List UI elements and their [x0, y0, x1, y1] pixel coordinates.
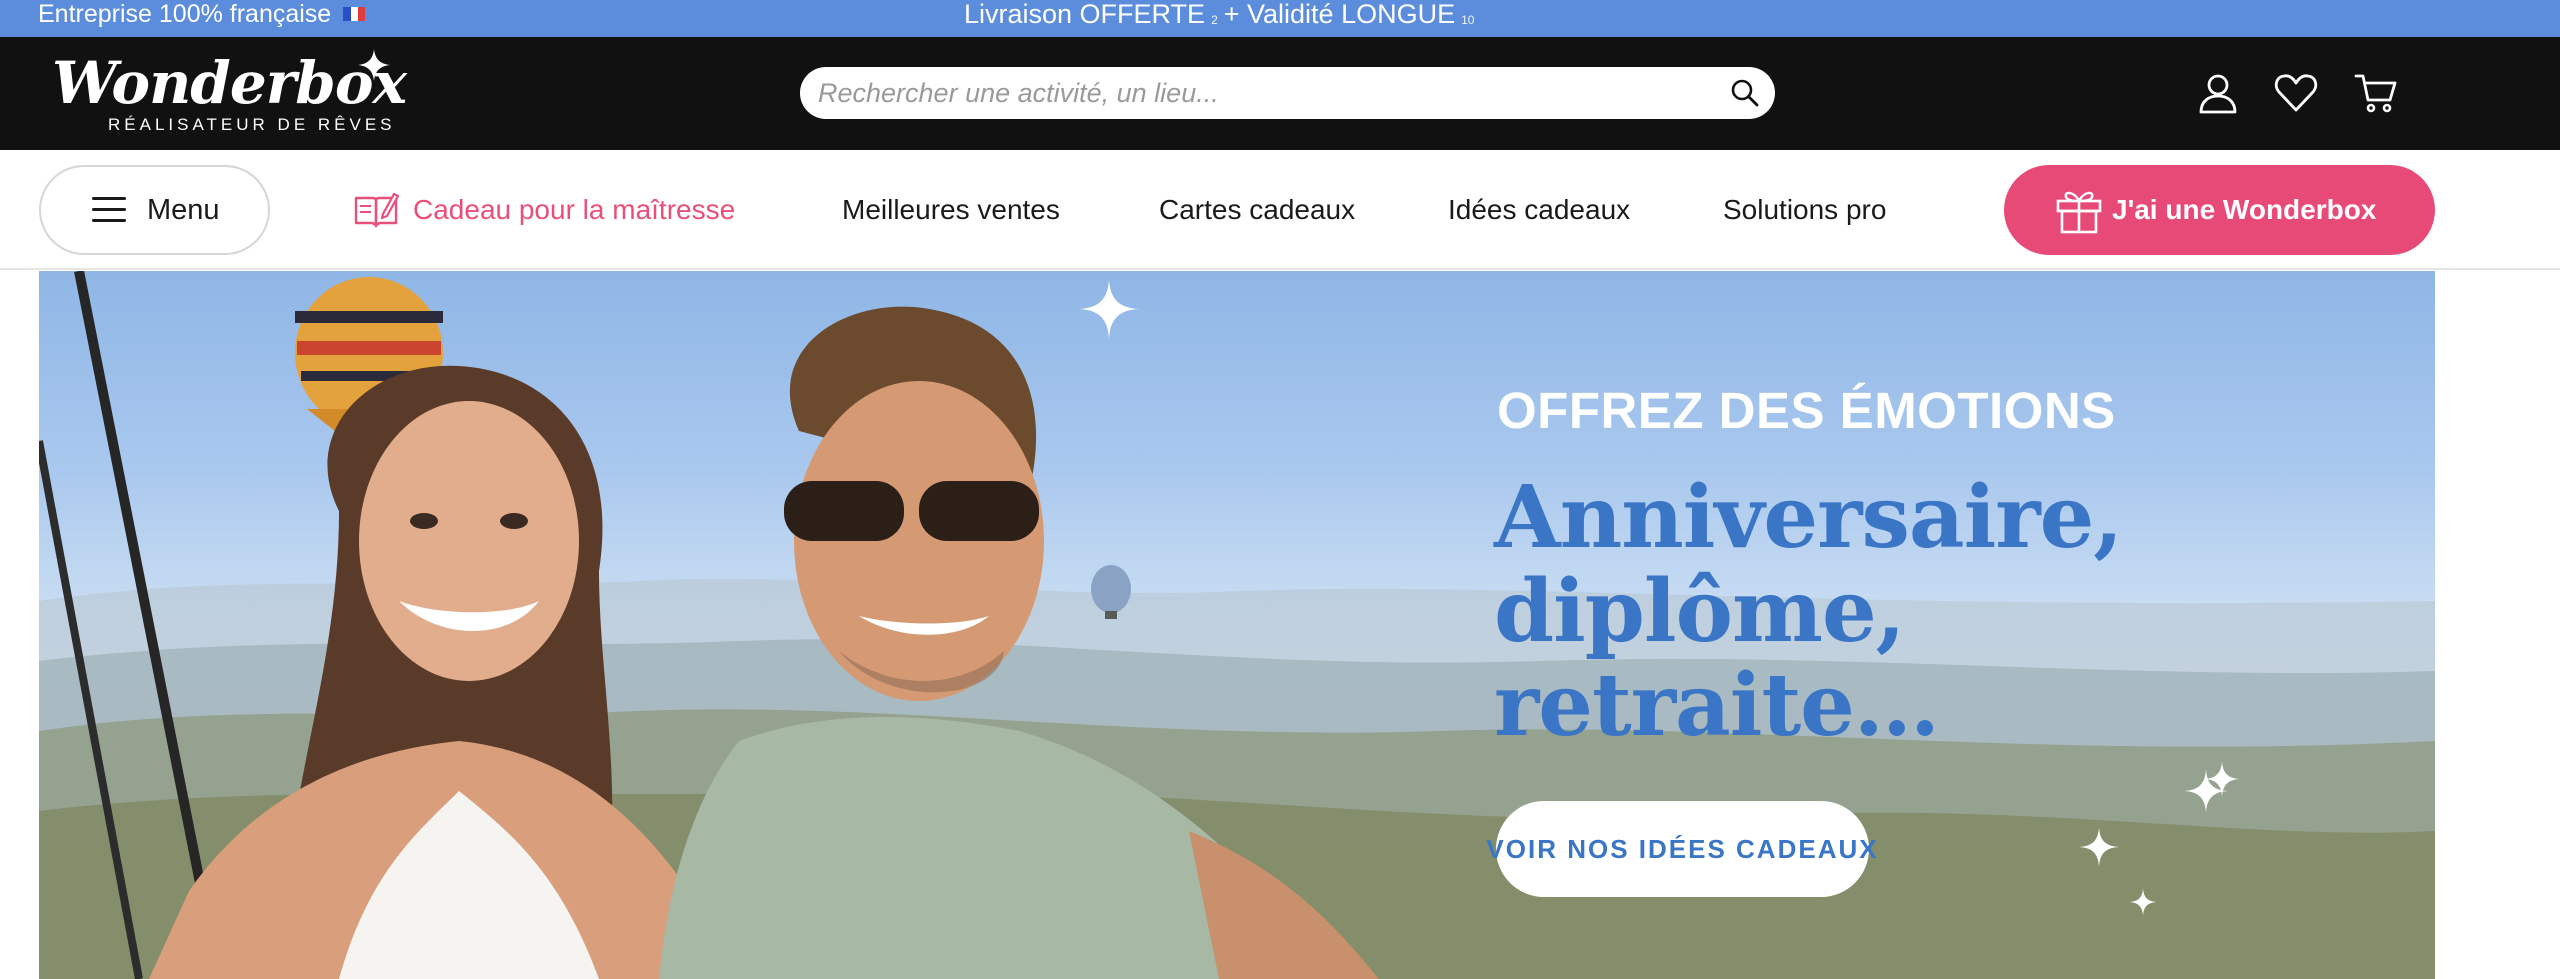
- sparkle-icon: [2129, 888, 2157, 916]
- logo-tagline: RÉALISATEUR DE RÊVES: [108, 115, 396, 134]
- nav-link-idees-cadeaux[interactable]: Idées cadeaux: [1448, 150, 1630, 270]
- voir-idees-cadeaux-button[interactable]: VOIR NOS IDÉES CADEAUX: [1486, 801, 1877, 897]
- promo-offer-part2: + Validité LONGUE: [1223, 0, 1456, 29]
- hero-headline: Anniversaire, diplôme, retraite…: [1494, 467, 2123, 756]
- nav-link-cartes-cadeaux[interactable]: Cartes cadeaux: [1159, 150, 1355, 270]
- menu-button[interactable]: Menu: [39, 165, 270, 255]
- menu-label: Menu: [147, 193, 220, 226]
- promo-footnote-10: 10: [1461, 13, 1475, 27]
- hero-banner[interactable]: OFFREZ DES ÉMOTIONS Anniversaire, diplôm…: [39, 271, 2435, 979]
- sparkle-icon: [2079, 827, 2119, 867]
- account-icon[interactable]: [2195, 70, 2241, 116]
- gift-icon: [2056, 191, 2102, 234]
- cta-label: J'ai une Wonderbox: [2112, 194, 2377, 225]
- nav-link-cadeau-maitresse[interactable]: Cadeau pour la maîtresse: [353, 150, 735, 270]
- main-nav: Menu Cadeau pour la maîtresse Meilleures…: [0, 150, 2560, 270]
- notebook-pencil-icon: [354, 192, 399, 228]
- sparkle-icon: [2204, 761, 2240, 797]
- promo-offer[interactable]: Livraison OFFERTE 2 + Validité LONGUE 10: [964, 0, 1480, 29]
- search-input[interactable]: [818, 67, 1698, 119]
- search-icon[interactable]: [1729, 77, 1761, 109]
- heart-icon[interactable]: [2273, 70, 2319, 116]
- promo-footnote-2: 2: [1211, 13, 1218, 27]
- nav-link-solutions-pro[interactable]: Solutions pro: [1723, 150, 1886, 270]
- nav-link-label: Cadeau pour la maîtresse: [413, 194, 736, 225]
- promo-left: Entreprise 100% française: [38, 0, 366, 28]
- nav-link-meilleures-ventes[interactable]: Meilleures ventes: [842, 150, 1060, 270]
- hero-headline-line: retraite…: [1494, 655, 1940, 756]
- french-flag-icon: [343, 7, 366, 21]
- sparkle-icon: [1079, 279, 1139, 339]
- promo-offer-part1: Livraison OFFERTE: [964, 0, 1206, 29]
- search-bar: [800, 67, 1775, 119]
- logo-star-icon: [358, 49, 390, 81]
- hamburger-icon: [92, 197, 126, 223]
- hero-headline-line: Anniversaire,: [1494, 467, 2123, 568]
- hero-headline-line: diplôme,: [1494, 561, 1906, 662]
- wonderbox-logo[interactable]: Wonderbox RÉALISATEUR DE RÊVES: [50, 49, 410, 139]
- jai-une-wonderbox-button[interactable]: J'ai une Wonderbox: [2004, 165, 2435, 255]
- cart-icon[interactable]: [2353, 70, 2399, 116]
- logo-wordmark: Wonderbox: [52, 49, 407, 117]
- promo-bar: Entreprise 100% française Livraison OFFE…: [0, 0, 2560, 37]
- hero-kicker: OFFREZ DES ÉMOTIONS: [1497, 382, 2116, 439]
- company-origin-text: Entreprise 100% française: [38, 0, 332, 28]
- site-header: Wonderbox RÉALISATEUR DE RÊVES: [0, 37, 2560, 150]
